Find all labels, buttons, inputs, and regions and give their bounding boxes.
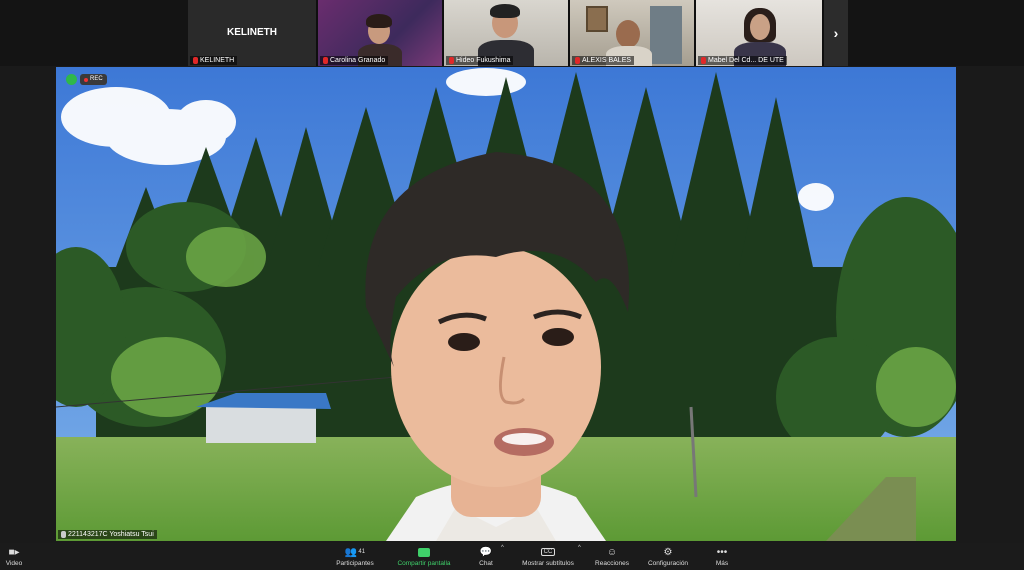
participant-name-tag: Carolina Granado (320, 56, 389, 65)
recording-label: REC (90, 76, 103, 82)
mic-muted-icon (449, 57, 454, 64)
video-camera-icon: ■▸ (8, 546, 20, 558)
participant-name: Hideo Fukushima (456, 57, 511, 64)
chat-bubble-icon: 💬 (479, 546, 493, 558)
hair (366, 14, 392, 28)
encryption-shield-icon[interactable] (66, 74, 77, 85)
settings-label: Configuración (647, 560, 689, 567)
participant-name-tag: Hideo Fukushima (446, 56, 514, 65)
mic-muted-icon (575, 57, 580, 64)
more-label: Más (715, 560, 729, 567)
participant-name: Mabel Del Cd... DE UTE (708, 57, 784, 64)
refrigerator (650, 6, 682, 64)
participant-name: Carolina Granado (330, 57, 386, 64)
wall-picture (586, 6, 608, 32)
settings-button[interactable]: ⚙ Configuración (642, 543, 694, 570)
participant-name-tag: Mabel Del Cd... DE UTE (698, 56, 787, 65)
participant-tile[interactable]: Carolina Granado (318, 0, 444, 66)
mic-muted-icon (193, 57, 198, 64)
video-label: Video (5, 560, 23, 567)
subtitles-options-caret-icon[interactable]: ^ (578, 545, 581, 551)
reactions-label: Reacciones (595, 560, 629, 567)
chat-options-caret-icon[interactable]: ^ (501, 545, 504, 551)
participants-icon: 👥 41 (344, 546, 366, 558)
closed-captions-icon: CC (540, 545, 556, 559)
speaker-name-tag: 221143217C Yoshiatsu Tsui (58, 530, 157, 539)
participant-name-tag: ALEXIS BALES (572, 56, 635, 65)
share-screen-icon (418, 545, 430, 559)
reactions-button[interactable]: ☺ Reacciones (590, 543, 634, 570)
participant-tile[interactable]: KELINETH KELINETH (188, 0, 318, 66)
person-head (616, 20, 640, 48)
subtitles-button[interactable]: CC Mostrar subtítulos (514, 543, 582, 570)
participant-tile[interactable]: Mabel Del Cd... DE UTE (696, 0, 824, 66)
chat-label: Chat (479, 560, 493, 567)
face (750, 14, 770, 40)
record-dot-icon (84, 77, 88, 82)
mic-muted-icon (323, 57, 328, 64)
subtitles-label: Mostrar subtítulos (522, 560, 574, 567)
house (196, 393, 331, 443)
ellipsis-icon: ••• (716, 546, 728, 558)
participant-tile[interactable]: ALEXIS BALES (570, 0, 696, 66)
speaker-mic-icon (61, 531, 66, 538)
speaker-name: 221143217C Yoshiatsu Tsui (68, 531, 154, 538)
mic-muted-icon (701, 57, 706, 64)
participant-tile[interactable]: Hideo Fukushima (444, 0, 570, 66)
participant-name: ALEXIS BALES (582, 57, 632, 64)
share-screen-label: Compartir pantalla (397, 560, 451, 567)
video-button[interactable]: ■▸ Video (0, 543, 28, 570)
participants-button[interactable]: 👥 41 Participantes (330, 543, 380, 570)
participants-count: 41 (358, 549, 366, 555)
meeting-status-badges: REC (66, 74, 107, 85)
participant-name: KELINETH (200, 57, 235, 64)
virtual-background-forest (56, 67, 956, 541)
participants-label: Participantes (336, 560, 374, 567)
participant-strip: KELINETH KELINETH Carolina Granado Hideo… (0, 0, 1024, 66)
main-speaker-video (56, 67, 956, 541)
more-button[interactable]: ••• Más (708, 543, 736, 570)
hair (490, 4, 520, 18)
share-screen-button[interactable]: Compartir pantalla (388, 543, 460, 570)
recording-badge: REC (80, 74, 107, 85)
chat-button[interactable]: 💬 Chat (472, 543, 500, 570)
smiley-icon: ☺ (606, 546, 618, 558)
participant-display-name: KELINETH (227, 27, 277, 38)
next-page-arrow-icon[interactable]: › (824, 0, 848, 66)
participant-name-tag: KELINETH (190, 56, 238, 65)
gear-icon: ⚙ (663, 546, 673, 558)
meeting-toolbar: ■▸ Video 👥 41 Participantes Compartir pan… (0, 543, 1024, 570)
